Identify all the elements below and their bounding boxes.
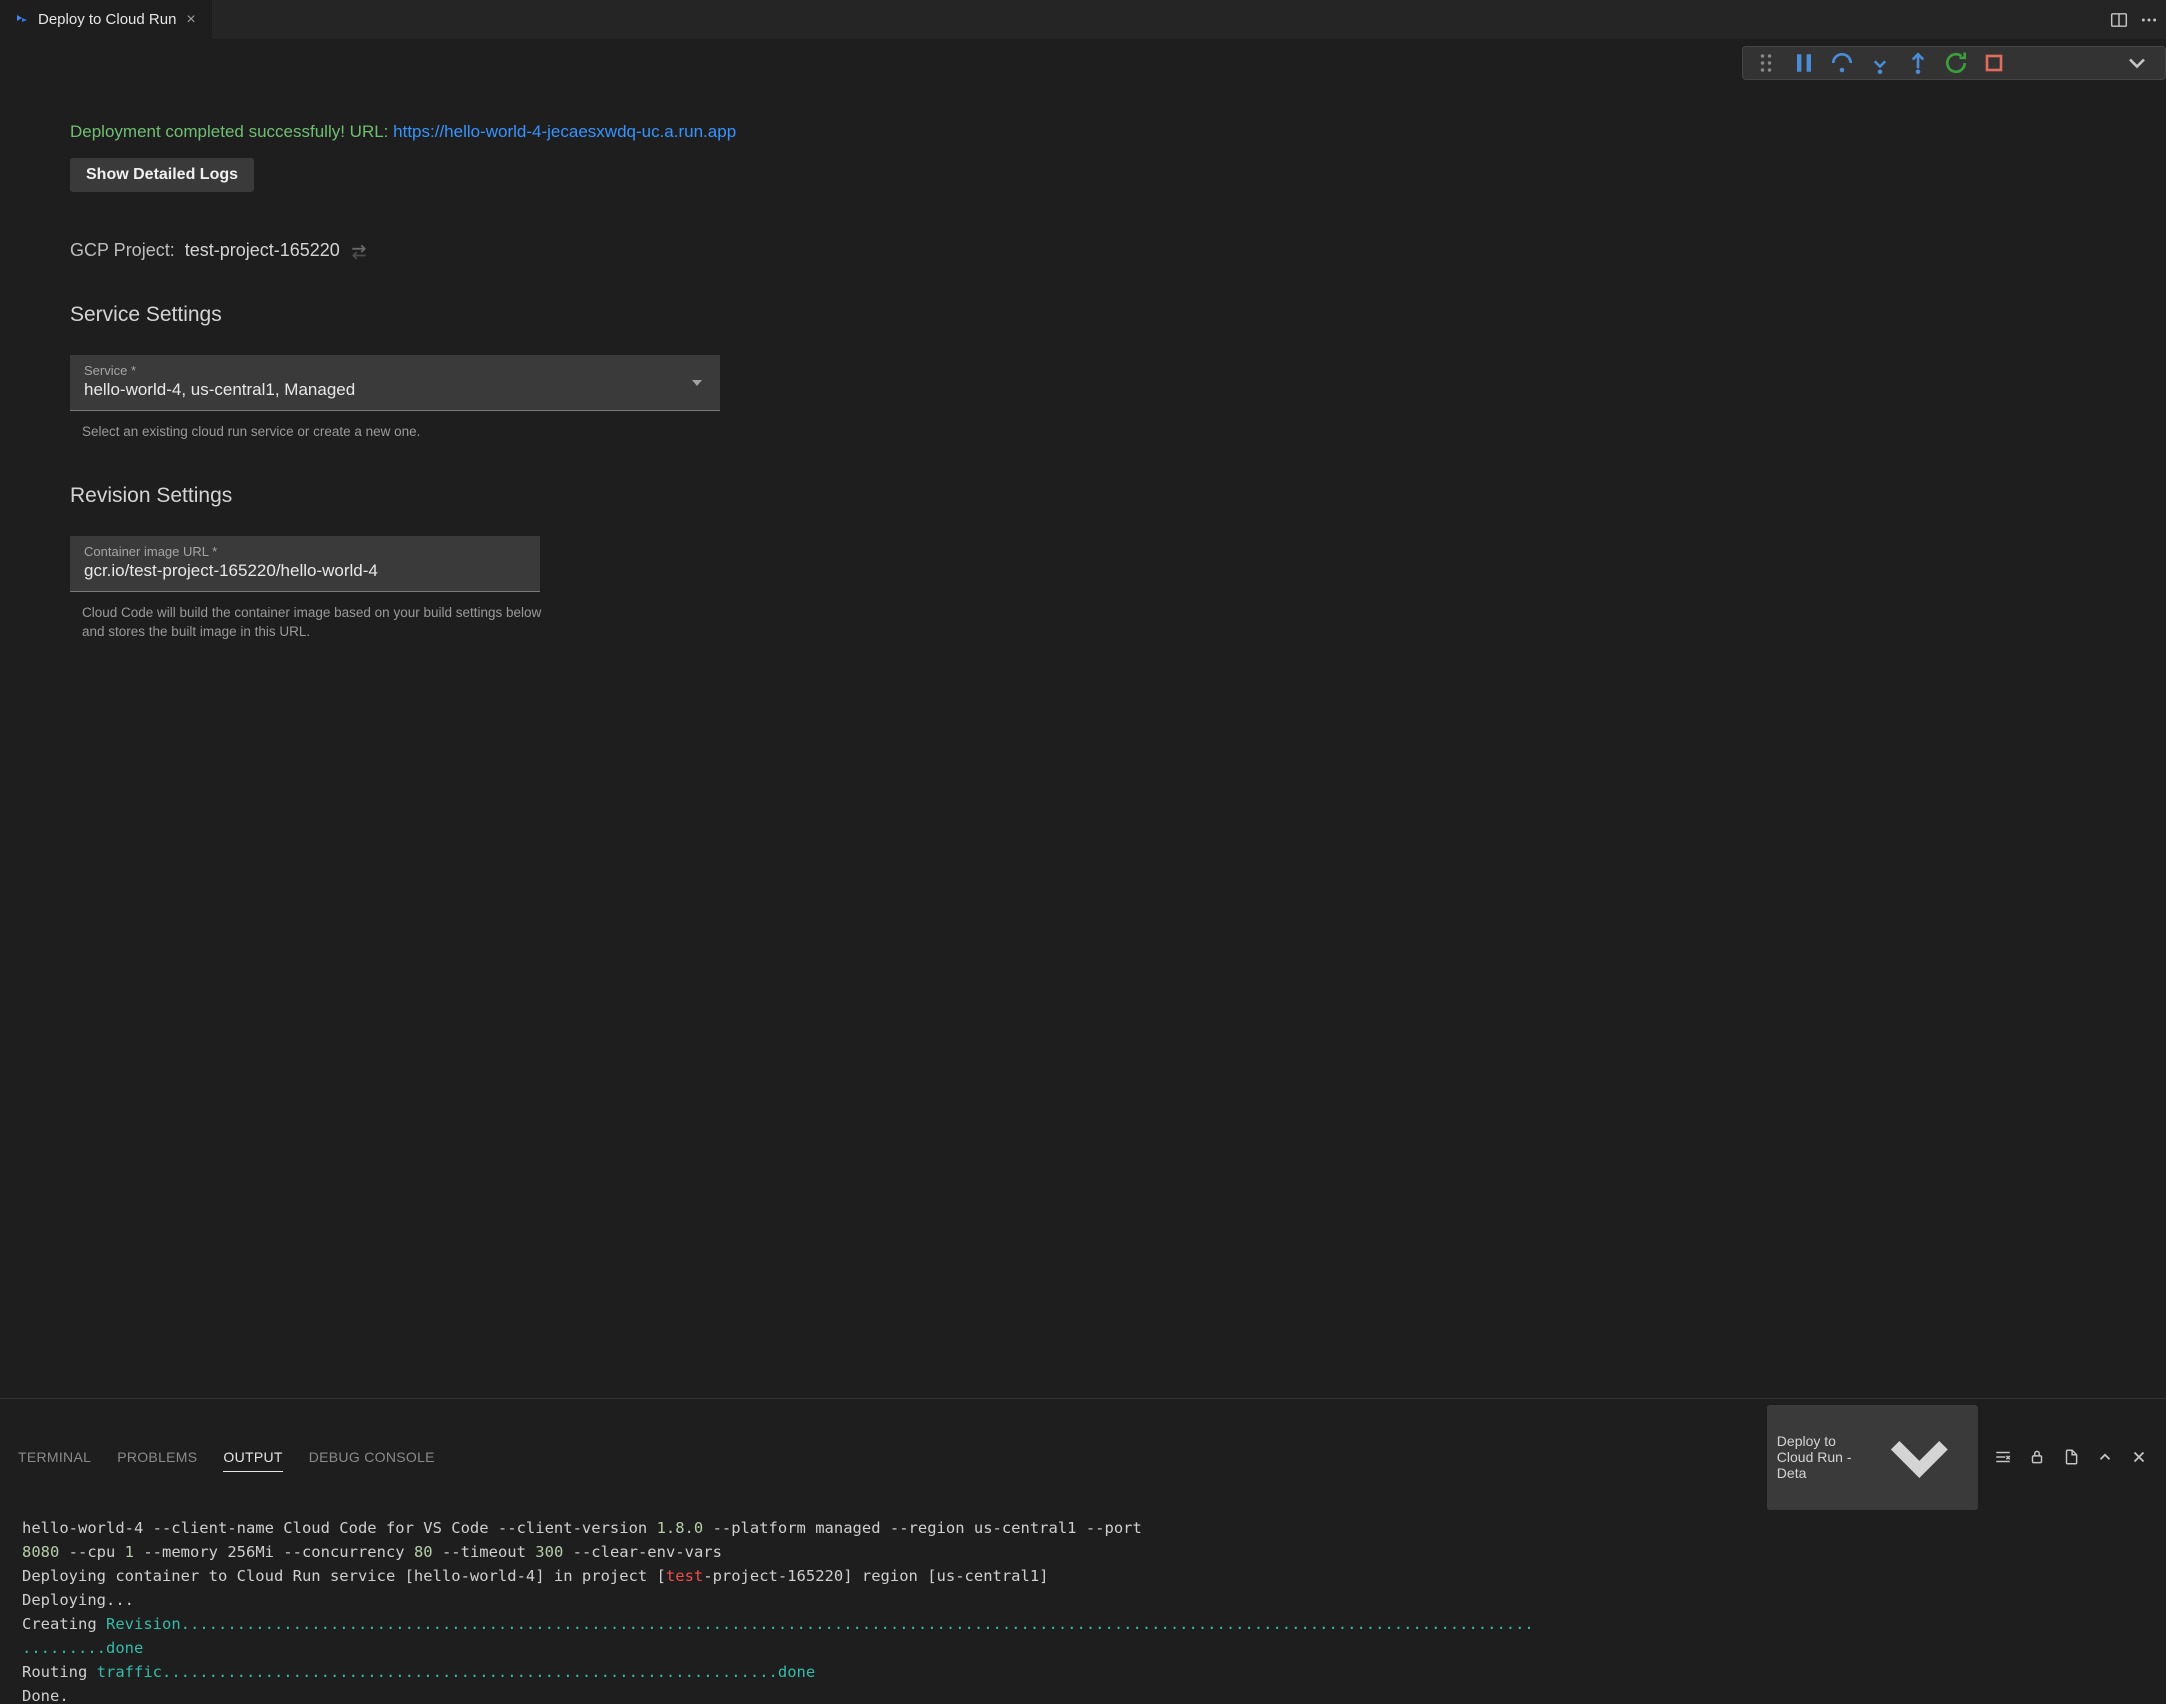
- tab-deploy-cloud-run[interactable]: Deploy to Cloud Run ×: [0, 0, 213, 39]
- tab-label: Deploy to Cloud Run: [38, 11, 176, 28]
- deployment-url-link[interactable]: https://hello-world-4-jecaesxwdq-uc.a.ru…: [393, 122, 736, 141]
- output-panel[interactable]: hello-world-4 --client-name Cloud Code f…: [0, 1510, 2166, 1704]
- debug-pause-button[interactable]: [1785, 49, 1823, 77]
- container-field-help: Cloud Code will build the container imag…: [82, 604, 562, 642]
- debug-step-over-button[interactable]: [1823, 49, 1861, 77]
- show-detailed-logs-button[interactable]: Show Detailed Logs: [70, 158, 254, 192]
- more-actions-icon[interactable]: [2140, 11, 2158, 29]
- tab-problems[interactable]: PROBLEMS: [117, 1443, 197, 1471]
- container-image-input[interactable]: Container image URL * gcr.io/test-projec…: [70, 536, 540, 592]
- panel-tabs: TERMINAL PROBLEMS OUTPUT DEBUG CONSOLE D…: [0, 1399, 2166, 1510]
- tab-terminal[interactable]: TERMINAL: [18, 1443, 91, 1471]
- service-field-label: Service *: [84, 363, 706, 378]
- debug-stop-button[interactable]: [1975, 49, 2013, 77]
- output-channel-label: Deploy to Cloud Run - Deta: [1777, 1433, 1864, 1481]
- drag-grip-icon[interactable]: [1747, 49, 1785, 77]
- service-field-help: Select an existing cloud run service or …: [82, 423, 562, 442]
- close-panel-icon[interactable]: [2130, 1448, 2148, 1466]
- chevron-down-icon: [692, 380, 702, 386]
- debug-step-into-button[interactable]: [1861, 49, 1899, 77]
- service-field-value: hello-world-4, us-central1, Managed: [84, 380, 706, 400]
- debug-step-out-button[interactable]: [1899, 49, 1937, 77]
- lock-scroll-icon[interactable]: [2028, 1448, 2046, 1466]
- clear-output-icon[interactable]: [1994, 1448, 2012, 1466]
- close-icon[interactable]: ×: [184, 11, 197, 29]
- chevron-up-icon[interactable]: [2096, 1448, 2114, 1466]
- service-settings-heading: Service Settings: [70, 303, 2096, 327]
- output-channel-select[interactable]: Deploy to Cloud Run - Deta: [1767, 1405, 1978, 1510]
- debug-restart-button[interactable]: [1937, 49, 1975, 77]
- debug-toolbar: [1742, 46, 2166, 80]
- revision-settings-heading: Revision Settings: [70, 484, 2096, 508]
- status-message: Deployment completed successfully! URL:: [70, 122, 393, 141]
- open-log-file-icon[interactable]: [2062, 1448, 2080, 1466]
- container-field-value: gcr.io/test-project-165220/hello-world-4: [84, 561, 526, 581]
- deployment-status: Deployment completed successfully! URL: …: [70, 122, 2096, 142]
- chevron-down-icon[interactable]: [2113, 49, 2161, 77]
- switch-project-icon[interactable]: [350, 242, 368, 260]
- gcp-project-value: test-project-165220: [185, 240, 340, 261]
- editor-tabbar: Deploy to Cloud Run ×: [0, 0, 2166, 40]
- gcp-project-label: GCP Project:: [70, 240, 175, 261]
- container-field-label: Container image URL *: [84, 544, 526, 559]
- cloud-run-icon: [14, 12, 30, 28]
- deploy-form: Deployment completed successfully! URL: …: [0, 40, 2166, 1398]
- tab-output[interactable]: OUTPUT: [223, 1443, 282, 1472]
- tab-debug-console[interactable]: DEBUG CONSOLE: [309, 1443, 435, 1471]
- split-editor-icon[interactable]: [2110, 11, 2128, 29]
- service-select[interactable]: Service * hello-world-4, us-central1, Ma…: [70, 355, 720, 411]
